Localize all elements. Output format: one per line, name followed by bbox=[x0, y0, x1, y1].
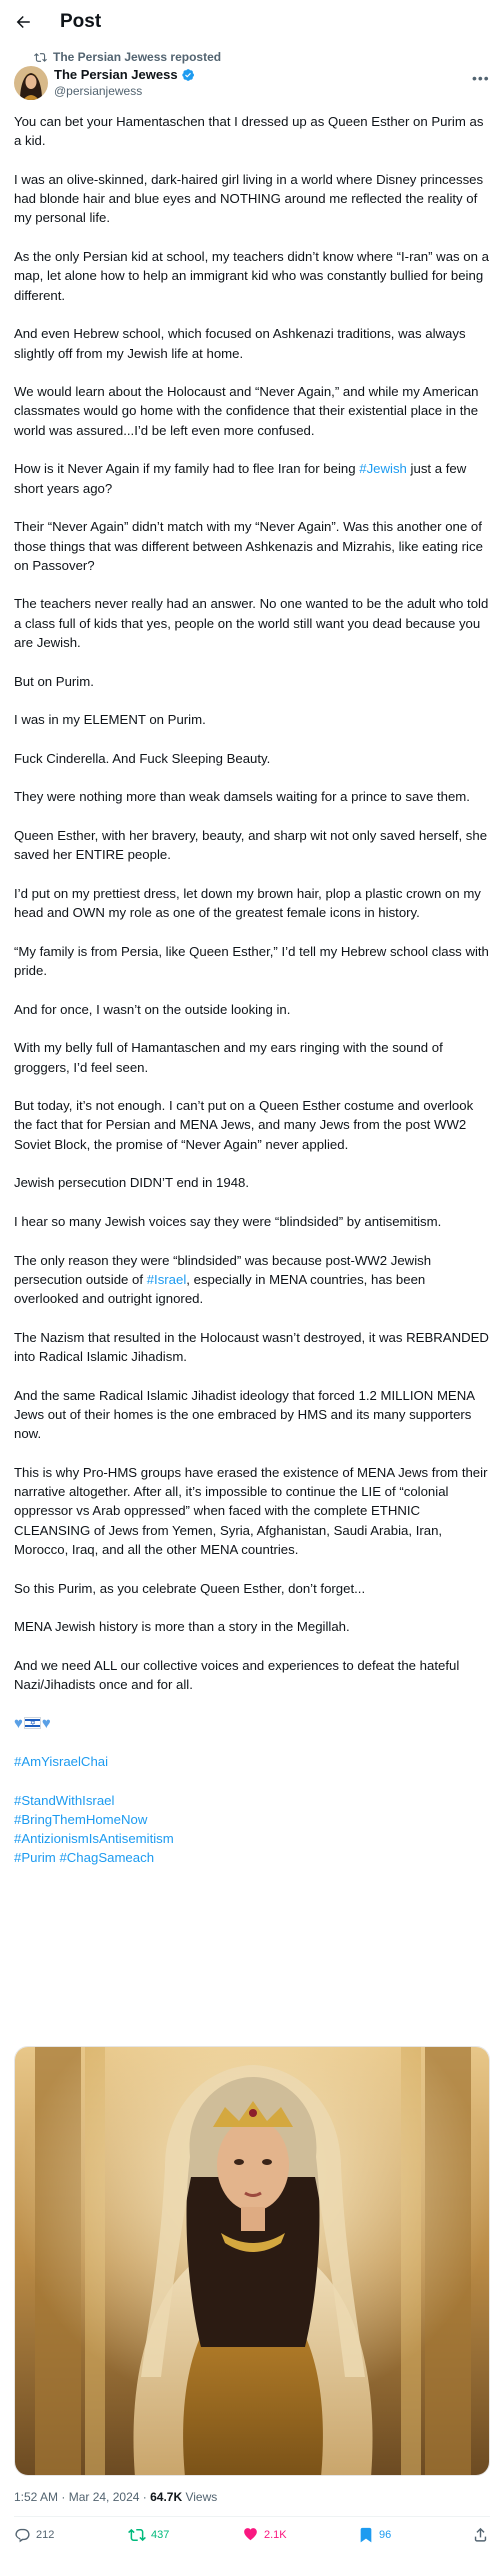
post-text: You can bet your Hamentaschen that I dre… bbox=[14, 112, 490, 1868]
post-paragraph: I hear so many Jewish voices say they we… bbox=[14, 1213, 442, 1229]
bookmark-icon bbox=[360, 2527, 372, 2543]
bookmark-button[interactable]: 96 bbox=[358, 2526, 391, 2543]
hashtag-link[interactable]: #AmYisraelChai bbox=[14, 1754, 108, 1769]
heart-icon: ♥ bbox=[14, 1714, 23, 1732]
hashtag-link[interactable]: #Israel bbox=[147, 1272, 187, 1287]
repost-icon bbox=[34, 52, 47, 62]
post-paragraph: And for once, I wasn’t on the outside lo… bbox=[14, 1001, 291, 1017]
bookmark-count: 96 bbox=[379, 2528, 392, 2541]
post-paragraph: The Nazism that resulted in the Holocaus… bbox=[14, 1329, 493, 1364]
repost-indicator[interactable]: The Persian Jewess reposted bbox=[34, 50, 221, 64]
back-button[interactable] bbox=[13, 12, 33, 32]
post-paragraph: I was an olive-skinned, dark-haired girl… bbox=[14, 171, 487, 226]
arrow-left-icon bbox=[16, 16, 30, 28]
views-count: 64.7K bbox=[150, 2490, 183, 2504]
avatar[interactable] bbox=[14, 66, 48, 100]
queen-esther-illustration bbox=[15, 2047, 489, 2475]
post-paragraph: You can bet your Hamentaschen that I dre… bbox=[14, 114, 488, 149]
hashtag-link[interactable]: #Purim bbox=[14, 1850, 56, 1865]
post-paragraph: And we need ALL our collective voices an… bbox=[14, 1657, 463, 1693]
action-bar: 212 437 2.1K 96 bbox=[0, 2526, 504, 2556]
post-date[interactable]: Mar 24, 2024 bbox=[69, 2490, 140, 2504]
post-meta: 1:52 AM · Mar 24, 2024 · 64.7K Views bbox=[14, 2490, 217, 2504]
post-paragraph: I’d put on my prettiest dress, let down … bbox=[14, 885, 485, 921]
emoji-row: ♥ ✡ ♥ bbox=[14, 1714, 490, 1733]
like-count: 2.1K bbox=[264, 2528, 287, 2541]
verified-badge-icon bbox=[181, 68, 194, 81]
post-paragraph: I was in my ELEMENT on Purim. bbox=[14, 712, 206, 728]
repost-button[interactable]: 437 bbox=[128, 2526, 169, 2544]
separator: · bbox=[139, 2490, 151, 2504]
post-time[interactable]: 1:52 AM bbox=[14, 2490, 58, 2504]
hashtag-link[interactable]: #ChagSameach bbox=[59, 1850, 154, 1865]
post-paragraph: But on Purim. bbox=[14, 673, 94, 689]
hashtag-link[interactable]: #AntizionismIsAntisemitism bbox=[14, 1831, 174, 1846]
post-paragraph: Their “Never Again” didn’t match with my… bbox=[14, 519, 487, 573]
post-paragraph: And the same Radical Islamic Jihadist id… bbox=[14, 1387, 478, 1442]
share-icon bbox=[474, 2527, 487, 2542]
post-paragraph: Queen Esther, with her bravery, beauty, … bbox=[14, 827, 491, 863]
share-button[interactable] bbox=[472, 2526, 489, 2543]
page-title: Post bbox=[60, 11, 102, 32]
post-paragraph: MENA Jewish history is more than a story… bbox=[14, 1619, 350, 1635]
repost-icon bbox=[128, 2528, 146, 2542]
author-handle[interactable]: @persianjewess bbox=[54, 84, 195, 98]
post-paragraph: Jewish persecution DIDN’T end in 1948. bbox=[14, 1175, 250, 1191]
post-paragraph: As the only Persian kid at school, my te… bbox=[14, 249, 493, 303]
reply-button[interactable]: 212 bbox=[14, 2526, 54, 2543]
hashtag-link[interactable]: #BringThemHomeNow bbox=[14, 1812, 147, 1827]
post-paragraph: So this Purim, as you celebrate Queen Es… bbox=[14, 1580, 366, 1596]
post-image[interactable] bbox=[14, 2046, 490, 2476]
more-options-button[interactable]: ••• bbox=[472, 70, 490, 86]
views-label: Views bbox=[182, 2490, 218, 2504]
avatar-image bbox=[14, 66, 48, 100]
repost-label: The Persian Jewess reposted bbox=[53, 50, 222, 64]
text-fragment: How is it Never Again if my family had t… bbox=[14, 461, 360, 477]
reply-icon bbox=[15, 2528, 30, 2543]
heart-icon: ♥ bbox=[41, 1714, 51, 1732]
like-button[interactable]: 2.1K bbox=[242, 2526, 287, 2543]
post-paragraph: The teachers never really had an answer.… bbox=[14, 596, 492, 651]
israel-flag-icon: ✡ bbox=[23, 1717, 41, 1730]
author-name[interactable]: The Persian Jewess bbox=[54, 67, 178, 82]
post-paragraph: They were nothing more than weak damsels… bbox=[14, 789, 470, 805]
repost-count: 437 bbox=[151, 2529, 170, 2541]
reply-count: 212 bbox=[36, 2528, 55, 2541]
top-bar: Post bbox=[0, 0, 504, 44]
post-paragraph: We would learn about the Holocaust and “… bbox=[14, 384, 483, 438]
post-paragraph: This is why Pro-HMS groups have erased t… bbox=[14, 1464, 492, 1557]
post-paragraph: How is it Never Again if my family had t… bbox=[14, 459, 490, 498]
post-paragraph: With my belly full of Hamantaschen and m… bbox=[14, 1040, 447, 1075]
post-paragraph: And even Hebrew school, which focused on… bbox=[14, 326, 470, 361]
post-paragraph: But today, it’s not enough. I can’t put … bbox=[14, 1098, 477, 1152]
separator: · bbox=[58, 2490, 69, 2504]
divider bbox=[14, 2516, 490, 2517]
heart-icon bbox=[244, 2528, 257, 2541]
post-paragraph: “My family is from Persia, like Queen Es… bbox=[14, 943, 493, 979]
hashtag-link[interactable]: #Jewish bbox=[359, 461, 407, 476]
post-paragraph: The only reason they were “blindsided” w… bbox=[14, 1251, 490, 1309]
author-block[interactable]: The Persian Jewess @persianjewess bbox=[54, 67, 195, 98]
hashtag-link[interactable]: #StandWithIsrael bbox=[14, 1793, 114, 1808]
post-paragraph: Fuck Cinderella. And Fuck Sleeping Beaut… bbox=[14, 750, 271, 766]
